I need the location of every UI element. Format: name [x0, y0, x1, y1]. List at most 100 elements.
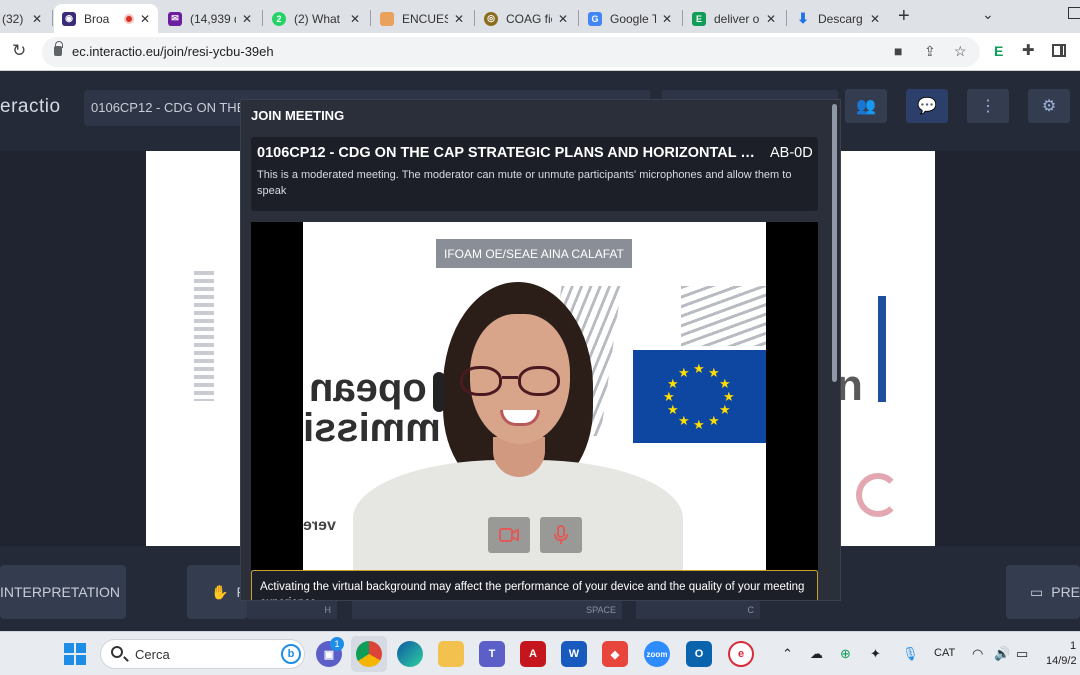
- camera-toggle-button[interactable]: [488, 517, 530, 553]
- hand-icon: ✋: [211, 583, 229, 600]
- battery-icon[interactable]: ▭: [1016, 646, 1028, 662]
- interactio-favicon-icon: ◉: [62, 11, 76, 26]
- tab-close-icon[interactable]: ✕: [870, 12, 880, 26]
- side-panel-icon[interactable]: [1052, 44, 1066, 57]
- tab-label: (2) What: [294, 11, 341, 26]
- clock-time[interactable]: 1: [1070, 640, 1076, 652]
- participant-glasses: [460, 360, 580, 396]
- chrome-icon[interactable]: [356, 641, 382, 667]
- tab-close-icon[interactable]: ✕: [242, 12, 252, 26]
- form-favicon-icon: [380, 11, 394, 26]
- tab-label: (32) in: [2, 11, 26, 26]
- background-letter: n: [836, 361, 863, 410]
- tab-label: (14,939 d: [190, 11, 236, 26]
- meeting-title: 0106CP12 - CDG ON THE: [91, 100, 246, 115]
- tab-close-icon[interactable]: ✕: [350, 12, 360, 26]
- zoom-icon[interactable]: zoom: [644, 641, 670, 667]
- present-label: PRES: [1051, 584, 1080, 600]
- new-tab-icon[interactable]: +: [898, 5, 910, 28]
- search-icon: [111, 646, 123, 658]
- outlook-icon[interactable]: O: [686, 641, 712, 667]
- headset-icon: [433, 372, 445, 412]
- tab-close-icon[interactable]: ✕: [662, 12, 672, 26]
- tab-label: ENCUEST: [402, 11, 448, 26]
- tab-close-icon[interactable]: ✕: [766, 12, 776, 26]
- teams-icon[interactable]: T: [479, 641, 505, 667]
- tab-label: COAG fic: [506, 11, 552, 26]
- participants-button[interactable]: 👥: [845, 89, 887, 123]
- tab-search-chevron-icon[interactable]: ⌄: [982, 6, 994, 23]
- raise-hand-button[interactable]: ✋ R: [187, 565, 247, 619]
- tab-close-icon[interactable]: ✕: [558, 12, 568, 26]
- background-blue-bar: [878, 296, 886, 402]
- bing-icon[interactable]: b: [281, 644, 301, 664]
- key-c: C: [747, 605, 755, 615]
- browser-tab-mail[interactable]: ✉ (14,939 d ✕: [160, 4, 260, 33]
- extensions-puzzle-icon[interactable]: ✚: [1022, 41, 1035, 59]
- browser-tab-whatsapp[interactable]: 2 (2) What ✕: [264, 4, 368, 33]
- chat-button[interactable]: 💬: [906, 89, 948, 123]
- camera-permission-icon[interactable]: ■: [894, 43, 902, 59]
- shortcut-hint-space: SPACE: [352, 601, 622, 619]
- more-options-button[interactable]: ⋮: [967, 89, 1009, 123]
- omnibox[interactable]: ec.interactio.eu/join/resi-ycbu-39eh ■ ⇪…: [42, 37, 980, 67]
- cloud-icon[interactable]: ☁: [810, 646, 823, 662]
- volume-icon[interactable]: 🔊: [994, 646, 1010, 662]
- key-h: H: [324, 605, 332, 615]
- browser-tab-encuesta[interactable]: ENCUEST ✕: [372, 4, 472, 33]
- file-explorer-icon[interactable]: [438, 641, 464, 667]
- modal-scrollbar[interactable]: [832, 104, 837, 382]
- shortcut-hint-h: H: [247, 601, 337, 619]
- url-text[interactable]: ec.interactio.eu/join/resi-ycbu-39eh: [72, 44, 274, 59]
- window-restore-icon[interactable]: [1068, 7, 1080, 19]
- tab-close-icon[interactable]: ✕: [32, 12, 42, 26]
- extension-e-icon[interactable]: E: [994, 43, 1006, 59]
- browser-tab-google-translate[interactable]: G Google T ✕: [580, 4, 680, 33]
- browser-tab-downloads[interactable]: ⬇ Descarg ✕: [788, 4, 888, 33]
- microphone-icon: [554, 525, 568, 544]
- whatsapp-favicon-icon: 2: [272, 11, 286, 26]
- reload-icon[interactable]: ↻: [12, 41, 26, 61]
- present-button[interactable]: ▭ PRES: [1006, 565, 1080, 619]
- tab-label: deliver o: [714, 11, 760, 26]
- mail-favicon-icon: ✉: [168, 11, 182, 26]
- meeting-code: AB-0D: [770, 145, 813, 161]
- edge-icon[interactable]: [397, 641, 423, 667]
- microphone-toggle-button[interactable]: [540, 517, 582, 553]
- ecas-icon[interactable]: e: [728, 641, 754, 667]
- windows-start-icon[interactable]: [64, 643, 86, 665]
- anydesk-icon[interactable]: ◆: [602, 641, 628, 667]
- acrobat-icon[interactable]: A: [520, 641, 546, 667]
- microphone-tray-icon[interactable]: 🎙: [902, 646, 919, 662]
- browser-tab-coag[interactable]: ◎ COAG fic ✕: [476, 4, 576, 33]
- tray-chevron-up-icon[interactable]: ⌃: [782, 646, 793, 662]
- security-icon[interactable]: ⊕: [840, 646, 851, 662]
- tab-label: Google T: [610, 11, 656, 26]
- word-icon[interactable]: W: [561, 641, 587, 667]
- language-indicator[interactable]: CAT: [934, 647, 955, 659]
- taskbar-search[interactable]: Cerca b: [100, 639, 305, 669]
- participants-icon: 👥: [856, 98, 876, 115]
- tab-close-icon[interactable]: ✕: [454, 12, 464, 26]
- browser-tab-deliver[interactable]: E deliver o ✕: [684, 4, 784, 33]
- browser-tabstrip: (32) in ✕ ◉ Broa ✕ ✉ (14,939 d ✕ 2 (2) W…: [0, 0, 1080, 33]
- background-stripes: [194, 271, 214, 401]
- dropbox-icon[interactable]: ✦: [870, 646, 881, 662]
- share-icon[interactable]: ⇪: [924, 43, 936, 60]
- translate-favicon-icon: G: [588, 11, 602, 26]
- tab-close-icon[interactable]: ✕: [140, 12, 150, 26]
- settings-button[interactable]: ⚙: [1028, 89, 1070, 123]
- tab-label: Descarg: [818, 11, 863, 26]
- browser-tab-linkedin[interactable]: (32) in ✕: [0, 4, 50, 33]
- interpretation-button[interactable]: INTERPRETATION: [0, 565, 126, 619]
- address-bar: ↻ ec.interactio.eu/join/resi-ycbu-39eh ■…: [0, 33, 1080, 71]
- lock-icon[interactable]: [54, 41, 63, 56]
- background-mirrored-text: mmissi: [303, 406, 441, 450]
- wifi-icon[interactable]: ◠: [972, 646, 983, 662]
- browser-tab-broadcast[interactable]: ◉ Broa ✕: [54, 4, 158, 33]
- interactio-logo: eractio: [0, 96, 61, 117]
- windows-taskbar: Cerca b ▣ 1 T A W ◆ zoom O e ⌃ ☁ ⊕ ✦ 🎙 C…: [0, 631, 1080, 675]
- clock-date[interactable]: 14/9/2: [1046, 655, 1077, 667]
- deliver-favicon-icon: E: [692, 11, 706, 26]
- bookmark-star-icon[interactable]: ☆: [954, 43, 967, 60]
